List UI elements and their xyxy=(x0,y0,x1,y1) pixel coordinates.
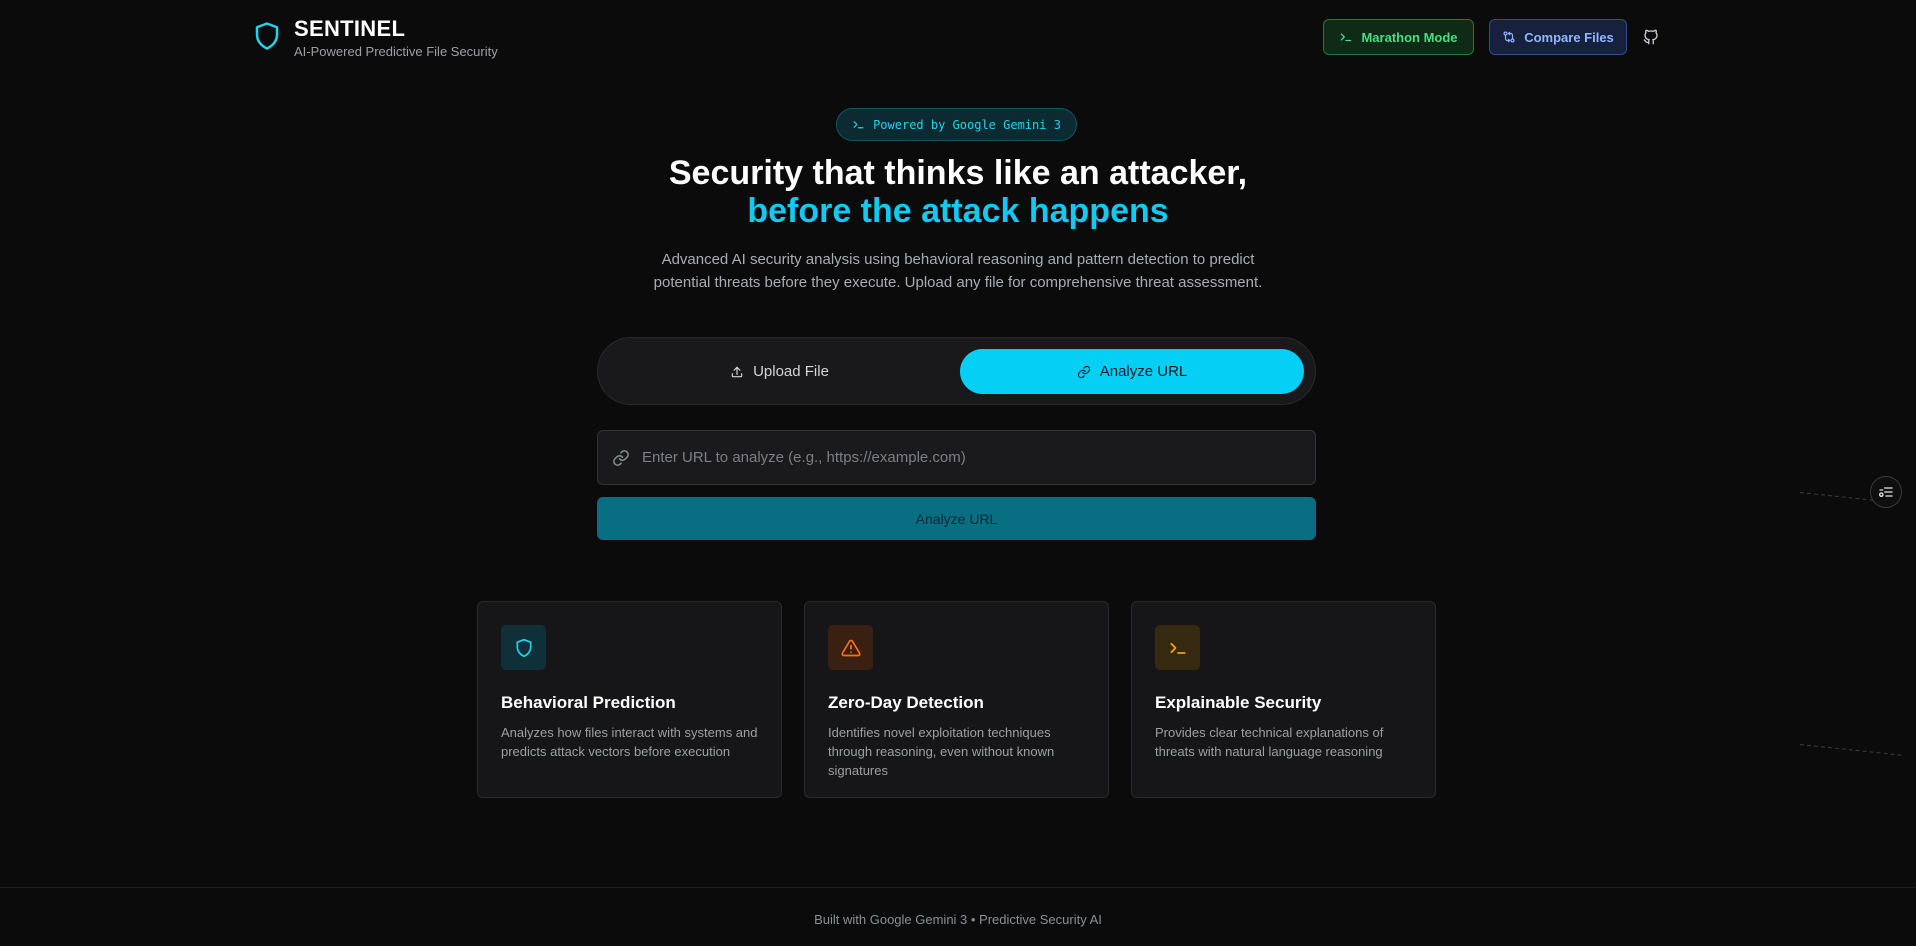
headline-line2: before the attack happens xyxy=(747,192,1169,230)
card-text: Provides clear technical explanations of… xyxy=(1155,725,1384,759)
settings-list-icon xyxy=(1879,487,1893,497)
description-line1: Advanced AI security analysis using beha… xyxy=(661,251,1255,268)
link-icon xyxy=(1077,365,1090,378)
github-link[interactable] xyxy=(1640,19,1662,55)
shield-icon xyxy=(516,638,531,657)
tab-url-label: Analyze URL xyxy=(1099,363,1188,380)
feature-card-behavioral: Behavioral Prediction Analyzes how files… xyxy=(477,601,782,798)
mode-toggle: Upload File Analyze URL xyxy=(597,337,1316,405)
tab-analyze-url[interactable]: Analyze URL xyxy=(960,349,1304,394)
link-icon xyxy=(613,449,629,466)
terminal-icon xyxy=(853,121,864,129)
url-input-field xyxy=(597,430,1316,485)
shield-logo-icon xyxy=(255,22,279,50)
card-text: Identifies novel exploitation techniques… xyxy=(828,725,1055,778)
marathon-mode-button[interactable]: Marathon Mode xyxy=(1323,19,1474,55)
footer-text: Built with Google Gemini 3 • Predictive … xyxy=(814,912,1102,927)
footer-divider xyxy=(0,887,1916,888)
decorative-dash xyxy=(1799,492,1880,502)
github-icon xyxy=(1643,29,1658,45)
compare-files-button[interactable]: Compare Files xyxy=(1489,19,1627,55)
url-input[interactable] xyxy=(642,449,1315,466)
terminal-icon xyxy=(1341,33,1352,42)
card-title: Zero-Day Detection xyxy=(828,693,984,712)
feature-card-zero-day: Zero-Day Detection Identifies novel expl… xyxy=(804,601,1109,798)
marathon-mode-label: Marathon Mode xyxy=(1361,29,1458,45)
settings-float-button[interactable] xyxy=(1870,476,1902,508)
powered-by-badge: Powered by Google Gemini 3 xyxy=(836,108,1077,141)
git-compare-icon xyxy=(1503,31,1515,43)
hero-headline: Security that thinks like an attacker, b… xyxy=(0,154,1916,230)
top-header: SENTINEL AI-Powered Predictive File Secu… xyxy=(0,0,1916,74)
tab-upload-file[interactable]: Upload File xyxy=(608,349,951,394)
card-icon-wrapper xyxy=(828,625,873,670)
badge-text: Powered by Google Gemini 3 xyxy=(873,117,1061,132)
brand-title: SENTINEL xyxy=(294,16,406,41)
analyze-url-button[interactable]: Analyze URL xyxy=(597,497,1316,540)
brand[interactable]: SENTINEL AI-Powered Predictive File Secu… xyxy=(252,16,498,59)
feature-card-explainable: Explainable Security Provides clear tech… xyxy=(1131,601,1436,798)
description-line2: potential threats before they execute. U… xyxy=(653,274,1263,291)
card-icon-wrapper xyxy=(501,625,546,670)
card-title: Behavioral Prediction xyxy=(501,693,676,712)
card-text: Analyzes how files interact with systems… xyxy=(501,725,758,759)
warning-icon xyxy=(840,639,861,656)
card-title: Explainable Security xyxy=(1155,693,1322,712)
headline-line1: Security that thinks like an attacker, xyxy=(668,154,1248,192)
compare-files-label: Compare Files xyxy=(1524,29,1614,45)
hero-description: Advanced AI security analysis using beha… xyxy=(0,248,1916,294)
tab-upload-label: Upload File xyxy=(753,363,829,380)
card-icon-wrapper xyxy=(1155,625,1200,670)
brand-subtitle: AI-Powered Predictive File Security xyxy=(294,44,498,59)
decorative-dash xyxy=(1799,744,1905,756)
upload-icon xyxy=(731,366,743,377)
terminal-icon xyxy=(1169,642,1186,654)
